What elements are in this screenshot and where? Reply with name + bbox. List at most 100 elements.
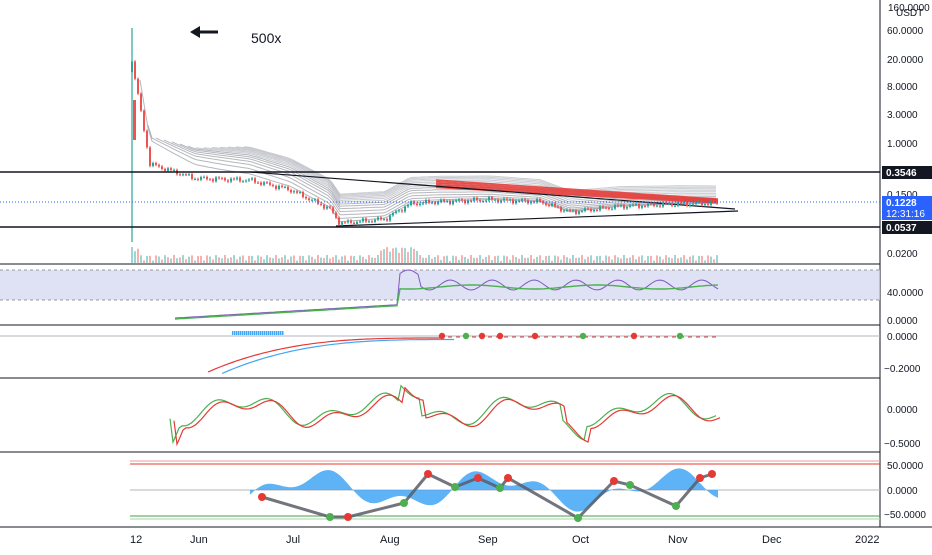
- volume-bar: [416, 250, 418, 263]
- macd-histogram-bar: [264, 331, 266, 335]
- macd-histogram-bar: [280, 331, 282, 335]
- volume-bar: [341, 256, 343, 263]
- time-axis[interactable]: 12 Jun Jul Aug Sep Oct Nov Dec 2022: [130, 534, 879, 546]
- candle-body: [494, 199, 496, 201]
- trading-chart[interactable]: 500x 160.0000 USDT 60.0000 20.0000 8.000…: [0, 0, 932, 550]
- candle-body: [362, 218, 364, 222]
- candle-body: [581, 210, 583, 212]
- price-panel[interactable]: [131, 28, 739, 242]
- candle-body: [602, 206, 604, 208]
- volume-bar: [425, 257, 427, 263]
- candle-body: [617, 204, 619, 207]
- volume-bar: [464, 256, 466, 263]
- unit-label: USDT: [896, 8, 923, 19]
- candle-body: [455, 200, 457, 202]
- volume-bar: [212, 259, 214, 263]
- candle-body: [248, 179, 250, 181]
- candle-body: [434, 202, 436, 205]
- volume-bar: [428, 255, 430, 263]
- candle-body: [554, 203, 556, 207]
- volume-bar: [131, 247, 133, 263]
- volume-bar: [596, 256, 598, 263]
- time-tick-label: Oct: [572, 534, 589, 546]
- time-tick-label: Sep: [478, 534, 498, 546]
- volume-bar: [236, 259, 238, 263]
- volume-bar: [485, 256, 487, 263]
- candle-body: [215, 177, 217, 182]
- momentum-pivot-dot: [344, 513, 352, 521]
- macd-histogram-bar: [282, 331, 284, 335]
- candle-body: [197, 178, 199, 180]
- volume-bar: [461, 255, 463, 263]
- candle-body: [575, 210, 577, 214]
- volume-bar: [251, 255, 253, 263]
- momentum-panel[interactable]: [250, 468, 718, 522]
- volume-bar: [512, 255, 514, 263]
- volume-bar: [308, 255, 310, 263]
- volume-bar: [422, 257, 424, 263]
- candle-body: [284, 186, 286, 188]
- volume-bar: [482, 258, 484, 263]
- candle-body: [659, 205, 661, 207]
- candle-body: [218, 177, 220, 179]
- macd-histogram-bar: [244, 331, 246, 335]
- candle-body: [545, 203, 547, 206]
- volume-bar: [449, 260, 451, 263]
- candle-body: [272, 184, 274, 186]
- candle-body: [335, 212, 337, 218]
- volume-bar: [521, 255, 523, 263]
- momentum-pivot-dot: [672, 502, 680, 510]
- volume-bar: [164, 255, 166, 263]
- candle-body: [326, 206, 328, 209]
- price-tick-label: 0.0200: [887, 249, 918, 260]
- candle-body: [359, 221, 361, 223]
- volume-bar: [524, 257, 526, 263]
- volume-bar: [365, 259, 367, 263]
- volume-bar: [254, 260, 256, 263]
- candle-body: [593, 209, 595, 212]
- candle-body: [263, 182, 265, 185]
- volume-bar: [359, 255, 361, 263]
- volume-bar: [290, 256, 292, 263]
- macd-histogram-bar: [268, 331, 270, 335]
- candle-body: [140, 93, 142, 111]
- candle-body: [653, 203, 655, 206]
- volume-bar: [440, 259, 442, 263]
- macd-panel[interactable]: [207, 331, 718, 375]
- time-tick-label: Jun: [190, 534, 208, 546]
- momentum-pivot-dot: [696, 474, 704, 482]
- macd-cross-dot: [676, 332, 684, 340]
- volume-bar: [167, 257, 169, 263]
- volume-bar: [695, 260, 697, 263]
- volume-bar: [338, 259, 340, 263]
- volume-bar: [641, 255, 643, 263]
- volume-bar: [608, 256, 610, 263]
- volume-bar: [662, 259, 664, 263]
- macd-histogram-bar: [252, 331, 254, 335]
- volume-bar: [518, 258, 520, 263]
- momentum-pivot-dot: [708, 470, 716, 478]
- candle-body: [704, 203, 706, 206]
- volume-bar: [686, 259, 688, 263]
- volume-bar: [488, 255, 490, 263]
- volume-bar: [233, 255, 235, 263]
- candle-body: [641, 205, 643, 208]
- volume-bar: [533, 258, 535, 263]
- oscillator-panel[interactable]: [169, 384, 721, 447]
- volume-bar: [152, 260, 154, 263]
- volume-bar: [590, 255, 592, 263]
- volume-bar: [269, 257, 271, 263]
- chart-canvas[interactable]: 500x 160.0000 USDT 60.0000 20.0000 8.000…: [0, 0, 932, 550]
- volume-bar: [143, 260, 145, 263]
- volume-bar: [473, 257, 475, 263]
- candle-body: [152, 162, 154, 166]
- candle-body: [182, 174, 184, 176]
- volume-bar: [560, 259, 562, 263]
- volume-bar: [587, 256, 589, 263]
- volume-bar: [299, 255, 301, 263]
- momentum-tick-label: 0.0000: [887, 486, 918, 497]
- macd-tick-label: −0.2000: [884, 364, 921, 375]
- volume-bar: [548, 255, 550, 263]
- candle-body: [557, 206, 559, 208]
- volume-bar: [194, 260, 196, 263]
